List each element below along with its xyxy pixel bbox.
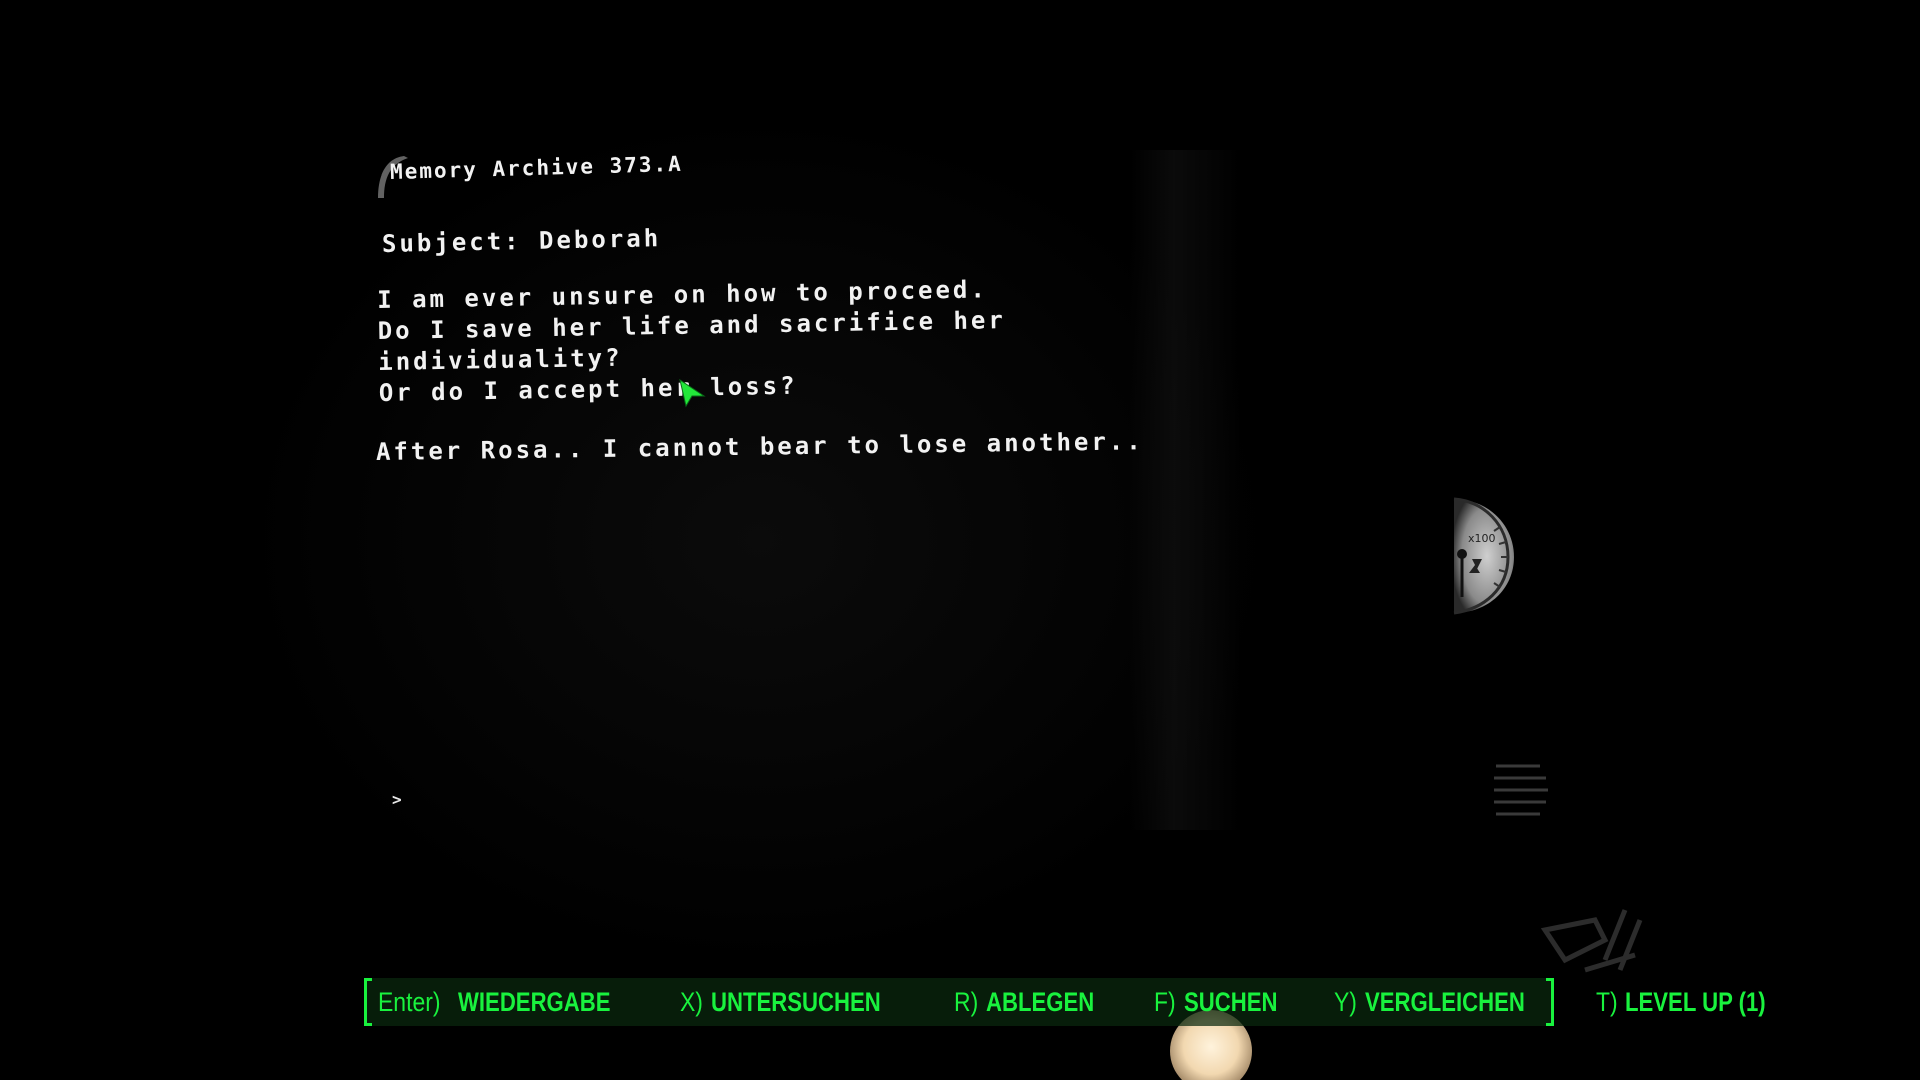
hint-label: VERGLEICHEN <box>1364 986 1525 1017</box>
hint-search[interactable]: F) SUCHEN <box>1154 987 1298 1018</box>
hint-enter-play[interactable]: Enter) WIEDERGABE <box>378 987 644 1018</box>
hint-key: Y) <box>1333 986 1357 1017</box>
game-scene: Memory Archive 373.A Subject: Deborah I … <box>0 0 1920 1080</box>
hint-compare[interactable]: Y) VERGLEICHEN <box>1334 987 1560 1018</box>
hint-key: F) <box>1154 986 1176 1017</box>
hint-key: Enter) <box>378 986 441 1017</box>
hint-key: R) <box>953 986 978 1017</box>
hint-key: X) <box>679 986 703 1017</box>
hint-label: SUCHEN <box>1183 986 1278 1017</box>
hint-bar-items: Enter) WIEDERGABE X) UNTERSUCHEN R) ABLE… <box>378 978 1797 1026</box>
terminal-prompt[interactable]: > <box>392 790 402 809</box>
terminal-screen: Memory Archive 373.A Subject: Deborah I … <box>360 150 1150 840</box>
hint-bar-right-bracket <box>1546 978 1554 1026</box>
gauge-scale-label: x100 <box>1468 532 1496 545</box>
hint-inspect[interactable]: X) UNTERSUCHEN <box>680 987 918 1018</box>
hint-label: LEVEL UP (1) <box>1625 986 1766 1017</box>
hint-label: WIEDERGABE <box>457 986 611 1017</box>
hint-bar-left-bracket <box>364 978 372 1026</box>
hint-key: T) <box>1595 986 1618 1017</box>
hint-drop[interactable]: R) ABLEGEN <box>954 987 1119 1018</box>
button-hint-bar: Enter) WIEDERGABE X) UNTERSUCHEN R) ABLE… <box>364 978 1766 1026</box>
hint-label: UNTERSUCHEN <box>710 986 881 1017</box>
side-panel-grille <box>1494 764 1548 816</box>
radiation-gauge-icon: x100 <box>1453 497 1514 615</box>
hint-level-up[interactable]: T) LEVEL UP (1) <box>1596 987 1797 1018</box>
hint-label: ABLEGEN <box>986 986 1095 1017</box>
archive-subject: Subject: Deborah <box>381 224 662 258</box>
archive-title: Memory Archive 373.A <box>389 151 684 184</box>
archive-closing-line: After Rosa.. I cannot bear to lose anoth… <box>375 427 1144 466</box>
cursor-arrow-icon <box>679 378 706 408</box>
